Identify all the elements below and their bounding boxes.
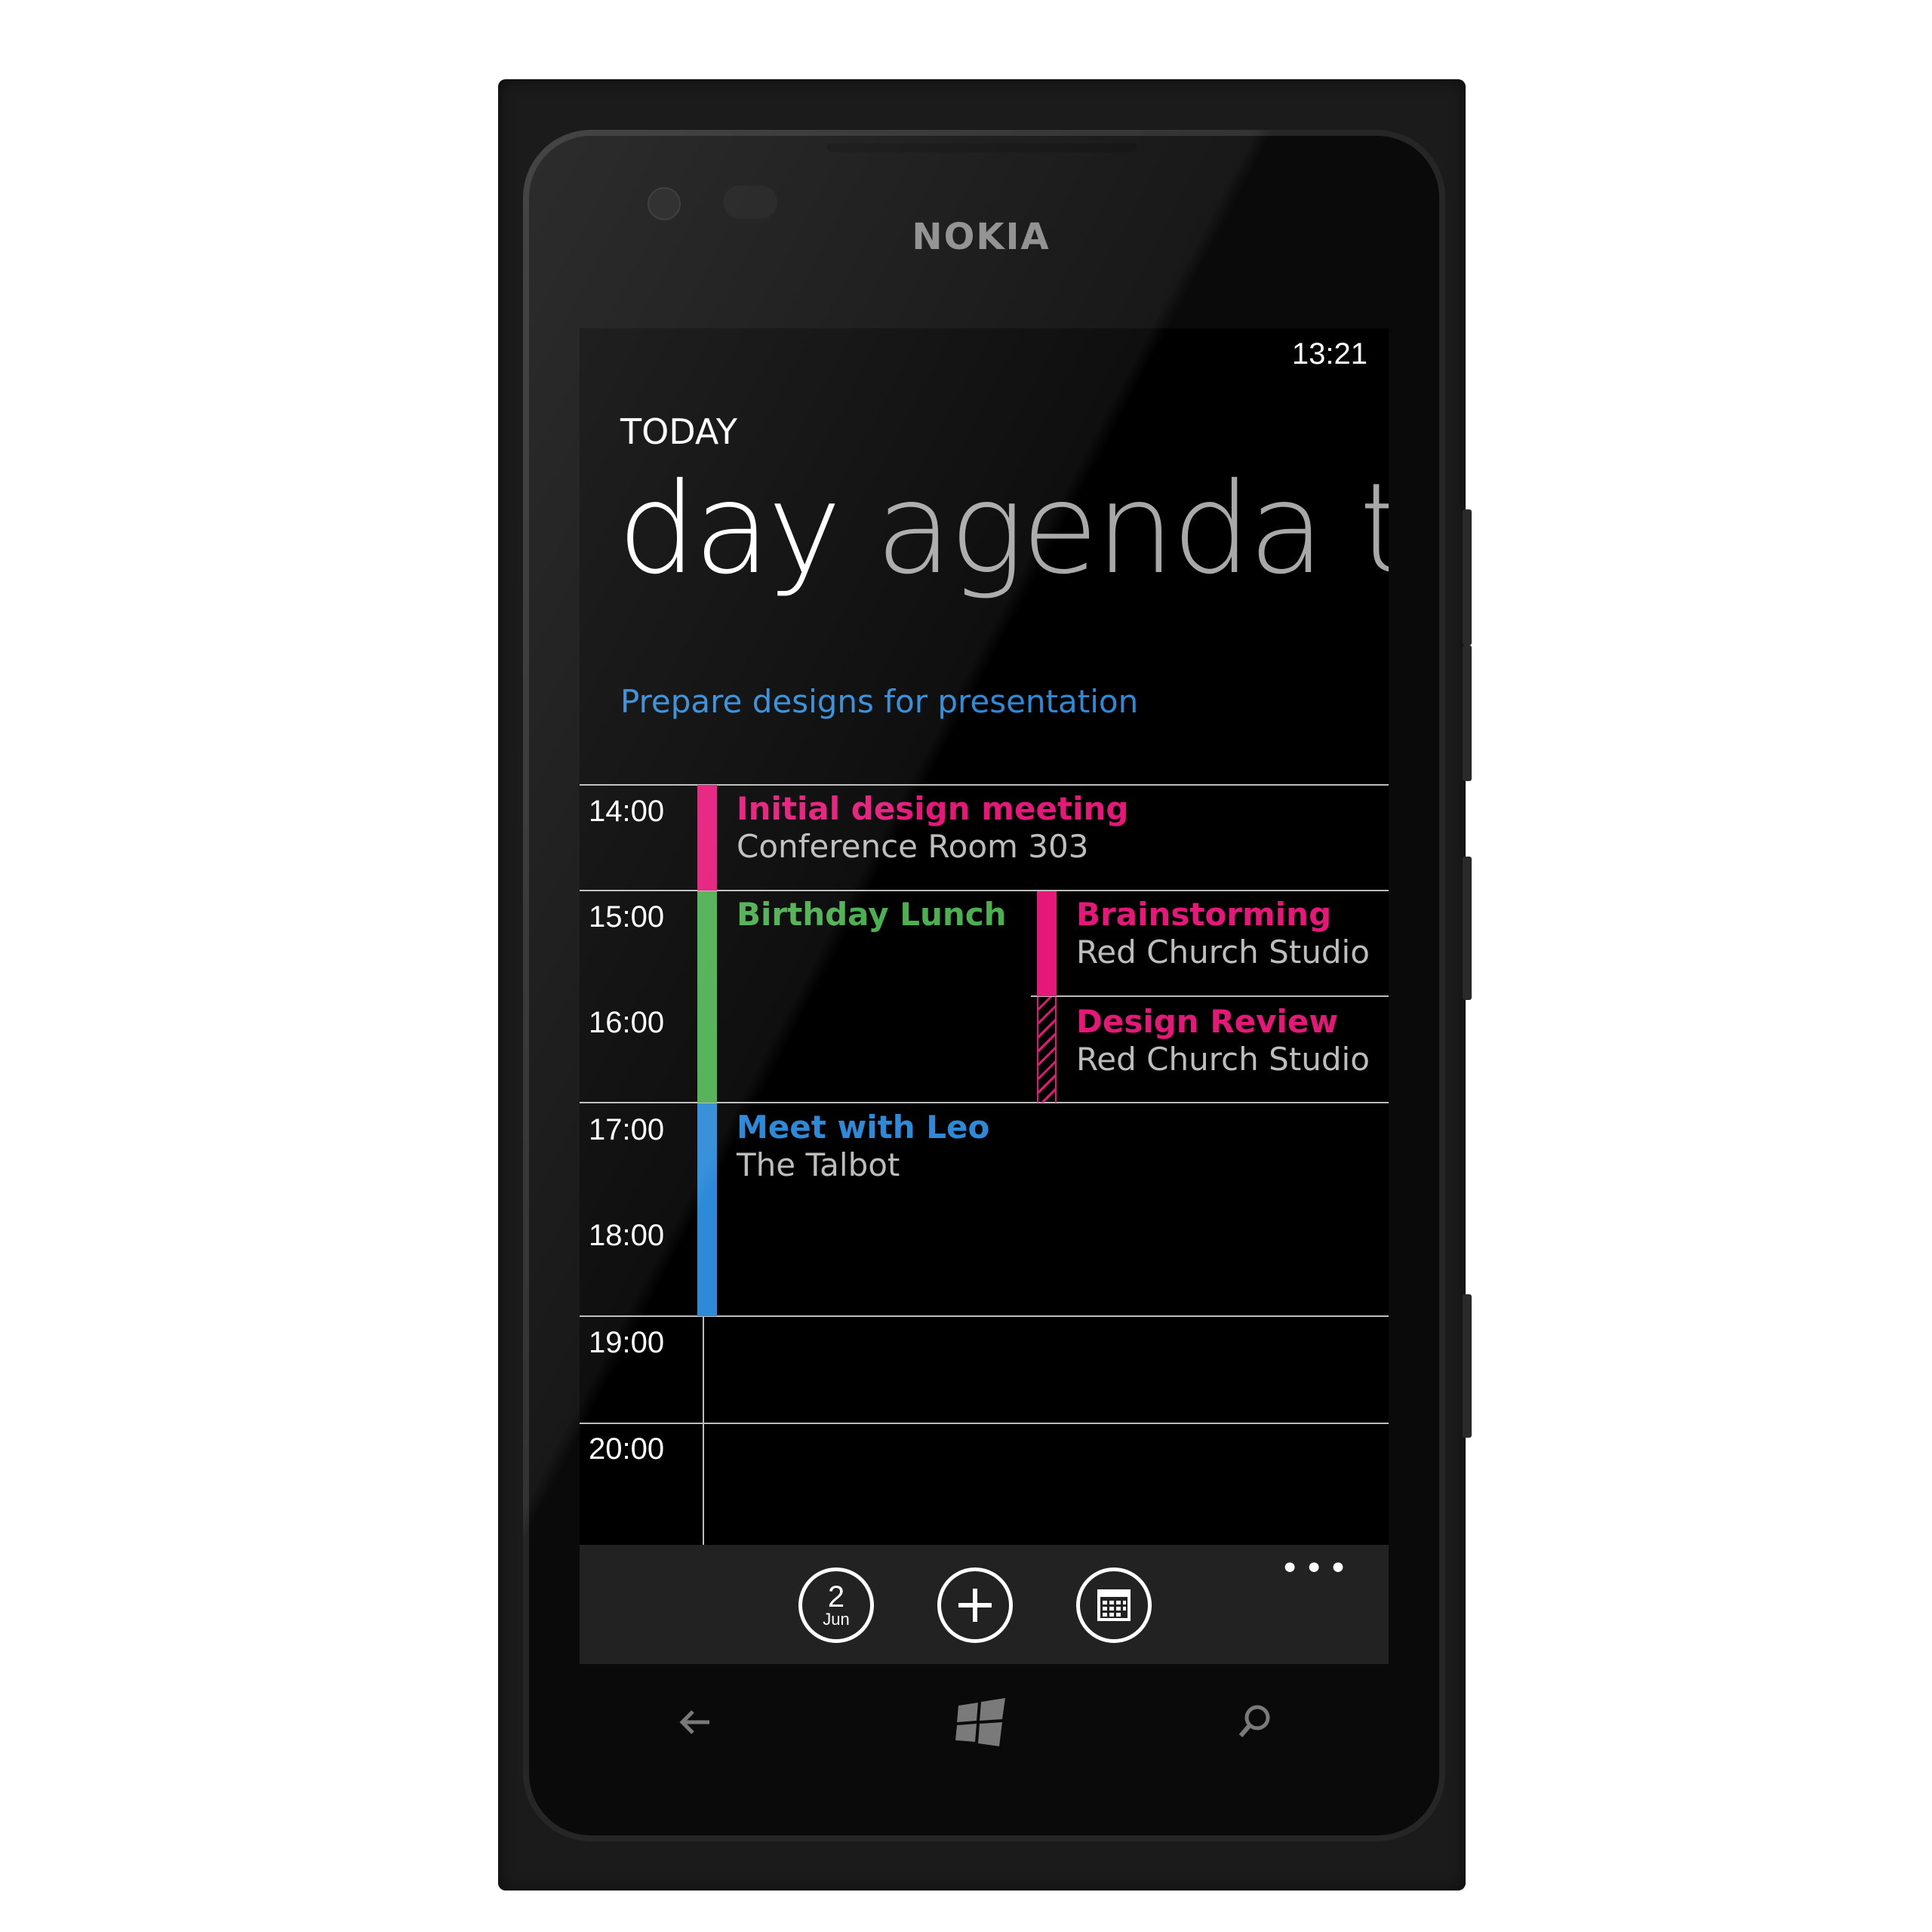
grid-line [1031,995,1389,997]
proximity-sensor [723,186,777,219]
appointment-location: Red Church Studio [1076,1041,1370,1078]
back-arrow-icon [679,1710,709,1734]
search-key[interactable] [1232,1700,1277,1748]
pivot-header: day agenda to- [617,457,1389,602]
pivot-agenda[interactable]: agenda [875,457,1325,602]
appointment-color-bar [697,1103,717,1316]
hour-label: 16:00 [589,1006,665,1039]
appointment-title: Initial design meeting [737,790,1129,827]
section-title: TODAY [620,411,737,452]
application-bar: 2 Jun ••• [580,1545,1389,1664]
hour-label: 15:00 [589,900,665,934]
appointment-title: Design Review [1076,1003,1339,1040]
appointment-title: Brainstorming [1076,896,1332,933]
appointment-title: Birthday Lunch [737,896,1007,933]
appointment-title: Meet with Leo [737,1109,990,1146]
front-camera [648,187,681,220]
more-menu-button[interactable]: ••• [1280,1549,1352,1588]
screen: 13:21 TODAY day agenda to- Prepare desig… [580,328,1389,1664]
appointment-location: Conference Room 303 [737,828,1089,865]
appointment-location: The Talbot [737,1146,900,1183]
today-button[interactable]: 2 Jun [798,1567,874,1643]
volume-button[interactable] [1463,509,1472,645]
hour-label: 14:00 [589,795,665,828]
appointment-color-bar [1037,891,1057,996]
today-day: 2 [827,1580,845,1614]
appointment-location: Red Church Studio [1076,934,1370,971]
power-button[interactable] [1463,857,1472,1000]
search-icon [1238,1705,1270,1737]
tentative-hatch-bar [1037,997,1057,1103]
appointment-color-bar [697,785,717,891]
start-key[interactable] [952,1695,1010,1752]
back-key[interactable] [672,1700,717,1748]
task-item[interactable]: Prepare designs for presentation [620,683,1138,720]
grid-line [580,1423,1389,1424]
camera-button[interactable] [1463,1294,1472,1438]
today-month: Jun [823,1610,850,1629]
month-view-button[interactable] [1076,1567,1152,1643]
plus-icon [958,1589,992,1622]
status-clock: 13:21 [1291,337,1367,371]
volume-button-lower[interactable] [1463,645,1472,781]
brand-logo: NOKIA [912,216,1051,258]
pivot-day[interactable]: day [617,457,841,602]
hour-label: 18:00 [589,1219,665,1252]
pivot-todo-peek[interactable]: to- [1359,457,1389,602]
new-appointment-button[interactable] [937,1567,1013,1643]
appointment-color-bar [697,891,717,1103]
hour-label: 17:00 [589,1113,665,1146]
windows-logo-icon [955,1698,1005,1746]
hour-label: 20:00 [589,1432,665,1466]
earpiece [827,143,1137,152]
calendar-grid-icon [1097,1589,1131,1621]
hour-label: 19:00 [589,1326,665,1359]
